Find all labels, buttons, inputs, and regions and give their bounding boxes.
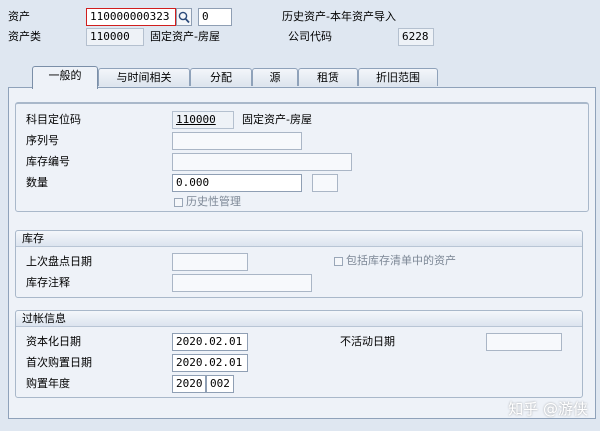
tab-strip: 一般的 与时间相关 分配 源 租赁 折旧范围 (8, 66, 598, 89)
quantity-field[interactable]: 0.000 (172, 174, 302, 192)
posting-info-group: 过帐信息 资本化日期 2020.02.01 不活动日期 首次购置日期 2020.… (15, 310, 583, 398)
inventory-group: 库存 上次盘点日期 包括库存清单中的资产 库存注释 (15, 230, 583, 298)
capitalization-date-label: 资本化日期 (26, 335, 81, 348)
tab-leasing[interactable]: 租赁 (298, 68, 358, 86)
unit-field[interactable] (312, 174, 338, 192)
capitalization-date-field[interactable]: 2020.02.01 (172, 333, 248, 351)
tab-allocation[interactable]: 分配 (190, 68, 252, 86)
asset-class-description: 固定资产-房屋 (150, 30, 220, 43)
inventory-note-field[interactable] (172, 274, 312, 292)
history-management-label: 历史性管理 (186, 195, 241, 208)
acquisition-year-field[interactable]: 2020 (172, 375, 206, 393)
acquisition-year-label: 购置年度 (26, 377, 70, 390)
history-management-checkbox[interactable] (174, 198, 183, 207)
last-inventory-date-field[interactable] (172, 253, 248, 271)
inventory-group-title: 库存 (16, 231, 582, 247)
first-acquisition-date-field[interactable]: 2020.02.01 (172, 354, 248, 372)
tab-general[interactable]: 一般的 (32, 66, 98, 89)
posting-info-group-title: 过帐信息 (16, 311, 582, 327)
deactivation-date-field[interactable] (486, 333, 562, 351)
tab-time-dependent[interactable]: 与时间相关 (98, 68, 190, 86)
tab-depreciation-areas[interactable]: 折旧范围 (358, 68, 438, 86)
serial-number-label: 序列号 (26, 134, 59, 147)
deactivation-date-label: 不活动日期 (340, 335, 395, 348)
asset-search-button[interactable] (176, 8, 192, 26)
tab-origin[interactable]: 源 (252, 68, 298, 86)
general-data-group: 科目定位码 110000 固定资产-房屋 序列号 库存编号 数量 0.000 历… (15, 102, 589, 212)
inventory-number-field[interactable] (172, 153, 352, 171)
tab-page-general: 科目定位码 110000 固定资产-房屋 序列号 库存编号 数量 0.000 历… (8, 87, 596, 419)
asset-description: 历史资产-本年资产导入 (282, 10, 396, 23)
acquisition-period-field[interactable]: 002 (206, 375, 234, 393)
include-inventory-list-checkbox[interactable] (334, 257, 343, 266)
quantity-label: 数量 (26, 176, 48, 189)
search-icon (178, 11, 190, 24)
asset-class-field: 110000 (86, 28, 144, 46)
account-determination-description: 固定资产-房屋 (242, 113, 312, 126)
company-code-field: 6228 (398, 28, 434, 46)
serial-number-field[interactable] (172, 132, 302, 150)
asset-class-label: 资产类 (8, 30, 41, 43)
asset-number-field[interactable]: 110000000323 (86, 8, 176, 26)
first-acquisition-date-label: 首次购置日期 (26, 356, 92, 369)
inventory-note-label: 库存注释 (26, 276, 70, 289)
watermark: 知乎 @游侠 (508, 400, 588, 418)
account-determination-field: 110000 (172, 111, 234, 129)
include-inventory-list-label: 包括库存清单中的资产 (346, 254, 456, 267)
asset-label: 资产 (8, 10, 30, 23)
account-determination-label: 科目定位码 (26, 113, 81, 126)
inventory-number-label: 库存编号 (26, 155, 70, 168)
company-code-label: 公司代码 (288, 30, 332, 43)
subnumber-field[interactable]: 0 (198, 8, 232, 26)
last-inventory-date-label: 上次盘点日期 (26, 255, 92, 268)
